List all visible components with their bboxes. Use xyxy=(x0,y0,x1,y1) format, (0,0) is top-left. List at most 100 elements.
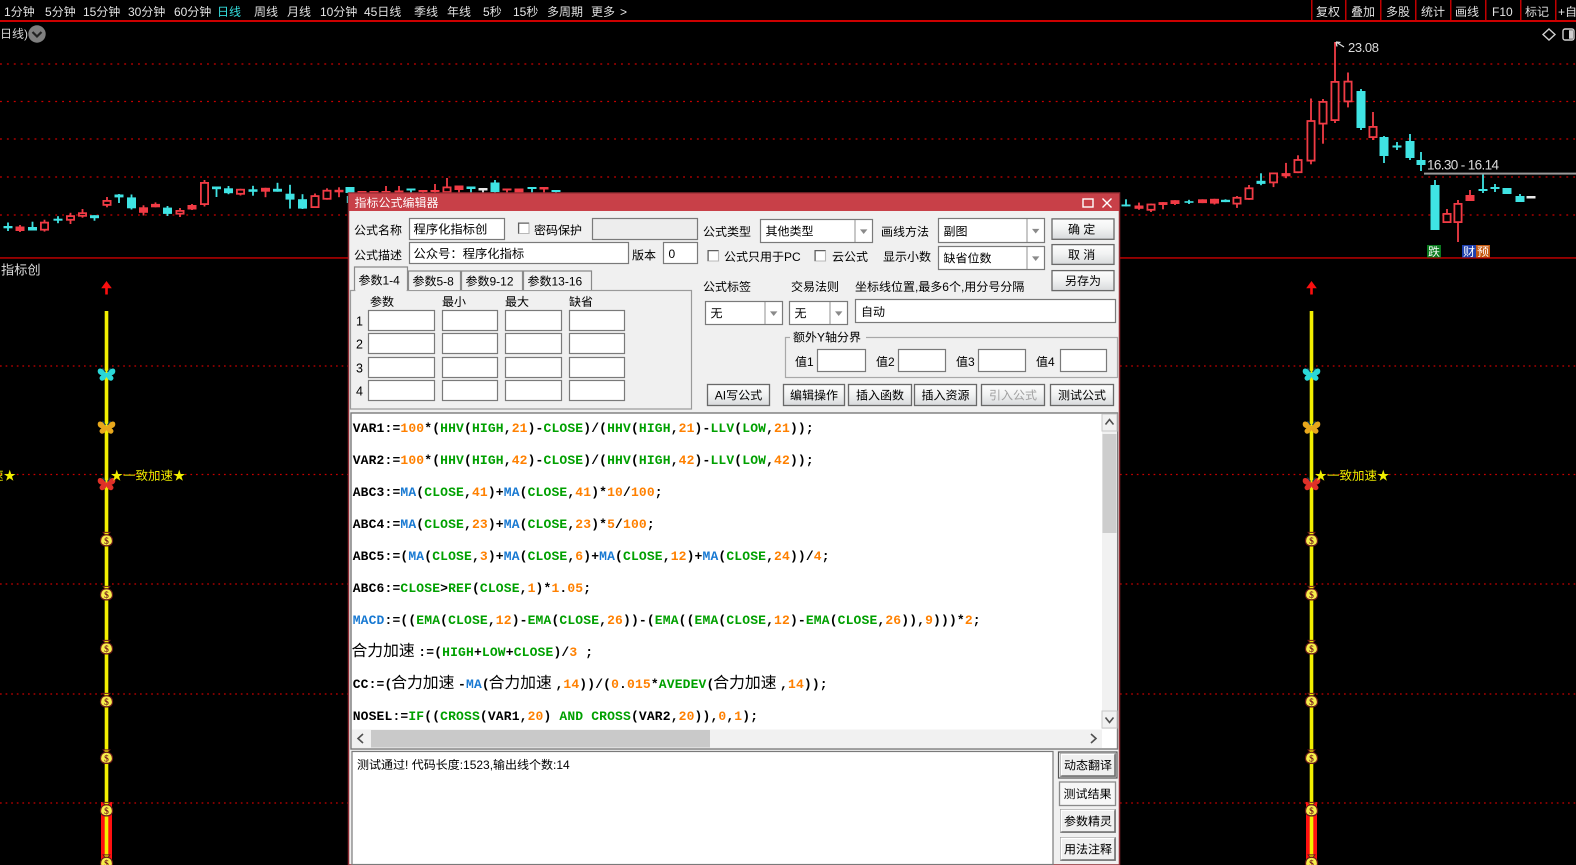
svg-text:=: = xyxy=(392,421,400,436)
svg-text:=: = xyxy=(392,517,400,532)
svg-text:,: , xyxy=(520,581,528,596)
svg-text:26: 26 xyxy=(607,613,623,628)
svg-text:>: > xyxy=(620,5,627,19)
svg-text:): ) xyxy=(909,613,917,628)
svg-text:;: ; xyxy=(655,485,663,500)
svg-text:Y: Y xyxy=(817,331,825,345)
svg-text:2: 2 xyxy=(356,338,363,352)
svg-text:(: ( xyxy=(679,613,687,628)
svg-text:14: 14 xyxy=(563,677,579,692)
svg-text:(: ( xyxy=(432,421,440,436)
svg-text:): ) xyxy=(488,549,496,564)
svg-text:): ) xyxy=(687,549,695,564)
svg-text:(: ( xyxy=(408,613,416,628)
svg-text:/: / xyxy=(615,517,623,532)
svg-text:LOW: LOW xyxy=(482,645,506,660)
svg-text:VAR2: VAR2 xyxy=(353,453,385,468)
svg-text:05: 05 xyxy=(567,581,583,596)
svg-text:): ) xyxy=(587,677,595,692)
svg-text:CLOSE: CLOSE xyxy=(726,549,766,564)
svg-text:+: + xyxy=(506,645,514,660)
svg-text:/: / xyxy=(623,485,631,500)
svg-text:4: 4 xyxy=(1048,355,1055,369)
svg-text:,: , xyxy=(671,421,679,436)
svg-text:(: ( xyxy=(482,677,490,692)
svg-text:CLOSE: CLOSE xyxy=(480,581,520,596)
svg-text:(: ( xyxy=(830,613,838,628)
svg-text:100: 100 xyxy=(623,517,647,532)
svg-text:CROSS: CROSS xyxy=(440,709,480,724)
svg-text:): ) xyxy=(512,613,520,628)
svg-text:30: 30 xyxy=(128,5,142,19)
svg-text:MA: MA xyxy=(703,549,719,564)
svg-text:+: + xyxy=(591,549,599,564)
svg-text:): ) xyxy=(790,549,798,564)
svg-text:CLOSE: CLOSE xyxy=(559,613,599,628)
svg-text:1: 1 xyxy=(356,315,363,329)
svg-text:VAR2: VAR2 xyxy=(639,709,671,724)
svg-text:;: ; xyxy=(647,517,655,532)
svg-text:(: ( xyxy=(631,453,639,468)
svg-text:,: , xyxy=(663,549,671,564)
svg-text:,: , xyxy=(766,613,774,628)
svg-text:;: ; xyxy=(820,677,828,692)
svg-text:(: ( xyxy=(734,421,742,436)
svg-text:HIGH: HIGH xyxy=(639,421,671,436)
svg-text:,: , xyxy=(599,613,607,628)
svg-text:): ) xyxy=(941,613,949,628)
svg-text::: : xyxy=(385,517,393,532)
svg-text:,: , xyxy=(726,709,734,724)
svg-text:4: 4 xyxy=(356,385,363,399)
svg-text:14: 14 xyxy=(788,677,804,692)
svg-text:EMA: EMA xyxy=(806,613,830,628)
svg-text:(: ( xyxy=(647,613,655,628)
svg-text:;: ; xyxy=(806,421,814,436)
svg-text:(: ( xyxy=(599,421,607,436)
svg-text:MA: MA xyxy=(504,517,520,532)
svg-text:): ) xyxy=(488,485,496,500)
svg-text:21: 21 xyxy=(512,421,528,436)
svg-text:HHV: HHV xyxy=(440,421,464,436)
svg-text:5-8: 5-8 xyxy=(437,275,455,289)
svg-text:): ) xyxy=(949,613,957,628)
svg-text:+: + xyxy=(474,645,482,660)
svg-text:3: 3 xyxy=(480,549,488,564)
svg-text:HIGH: HIGH xyxy=(442,645,474,660)
svg-text:!: ! xyxy=(405,758,412,772)
svg-text:CLOSE: CLOSE xyxy=(623,549,663,564)
svg-text:MA: MA xyxy=(400,517,416,532)
svg-text:21: 21 xyxy=(774,421,790,436)
svg-text:,: , xyxy=(504,421,512,436)
svg-text:-: - xyxy=(798,613,806,628)
svg-text:6: 6 xyxy=(942,280,949,294)
svg-text:12: 12 xyxy=(774,613,790,628)
svg-text:CLOSE: CLOSE xyxy=(424,485,464,500)
svg-text:,: , xyxy=(766,549,774,564)
svg-text:(: ( xyxy=(520,517,528,532)
svg-text:100: 100 xyxy=(631,485,655,500)
svg-text:): ) xyxy=(488,517,496,532)
svg-text:HIGH: HIGH xyxy=(472,421,504,436)
svg-text:EMA: EMA xyxy=(416,613,440,628)
svg-text:=: = xyxy=(400,709,408,724)
svg-text:(: ( xyxy=(631,421,639,436)
svg-text:): ) xyxy=(703,709,711,724)
svg-text:60: 60 xyxy=(174,5,188,19)
svg-text:(: ( xyxy=(432,709,440,724)
svg-text:4: 4 xyxy=(814,549,822,564)
svg-text:,: , xyxy=(488,613,496,628)
svg-text:CLOSE: CLOSE xyxy=(448,613,488,628)
svg-text:MA: MA xyxy=(400,485,416,500)
svg-text:1: 1 xyxy=(528,581,536,596)
svg-text:): ) xyxy=(591,485,599,500)
svg-text:,: , xyxy=(472,549,480,564)
svg-text:): ) xyxy=(901,613,909,628)
svg-text:42: 42 xyxy=(512,453,528,468)
svg-text:ABC4: ABC4 xyxy=(353,517,385,532)
svg-text:0: 0 xyxy=(669,247,676,261)
svg-text:-: - xyxy=(458,677,466,692)
svg-text:HHV: HHV xyxy=(607,453,631,468)
svg-text:CLOSE: CLOSE xyxy=(544,453,584,468)
svg-text:(: ( xyxy=(551,613,559,628)
svg-text:41: 41 xyxy=(472,485,488,500)
